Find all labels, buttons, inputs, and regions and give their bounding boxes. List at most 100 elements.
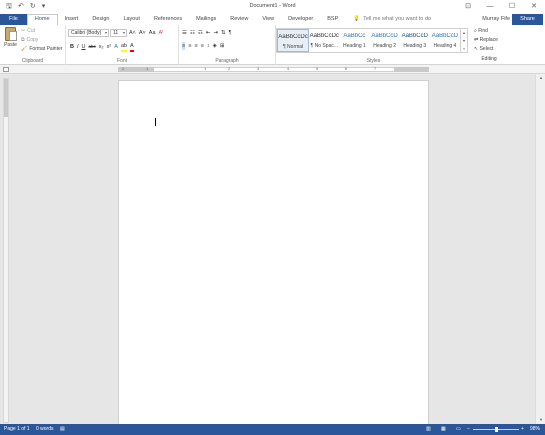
zoom-level[interactable]: 98% (530, 424, 540, 435)
tab-view[interactable]: View (255, 14, 281, 25)
clipboard-group: Paste ✂ Cut ⧉ Copy 🖌 Format Painter Clipboa… (0, 25, 66, 65)
ruler-number: 1 (204, 66, 207, 71)
styles-gallery-scroll[interactable]: ▴ ▾ ▿ (461, 28, 468, 53)
tab-developer[interactable]: Developer (281, 14, 320, 25)
style-item[interactable]: AaBbCcDc ¶ No Spac... (309, 29, 339, 52)
chevron-up-icon[interactable]: ▴ (461, 29, 467, 37)
document-page[interactable] (118, 80, 429, 425)
page-count[interactable]: Page 1 of 1 (4, 424, 30, 435)
subscript-button[interactable]: x₂ (99, 43, 104, 51)
vertical-ruler[interactable] (3, 78, 9, 423)
proofing-icon[interactable]: ▤ (60, 424, 65, 435)
text-cursor (155, 118, 156, 126)
cut-button[interactable]: ✂ Cut (21, 27, 62, 36)
share-button[interactable]: Share (512, 14, 543, 25)
underline-button[interactable]: U (82, 43, 86, 51)
select-button[interactable]: ↖ Select (474, 45, 507, 54)
tab-references[interactable]: References (147, 14, 189, 25)
tab-layout[interactable]: Layout (116, 14, 147, 25)
style-item[interactable]: AaBbCcD Heading 4 (430, 29, 460, 52)
zoom-in-button[interactable]: + (521, 424, 524, 435)
replace-label: Replace (479, 37, 498, 43)
font-size-value: 11 (113, 30, 119, 36)
tab-design[interactable]: Design (85, 14, 116, 25)
bullets-button[interactable]: ☰ (182, 29, 187, 37)
web-layout-icon[interactable]: ▭ (456, 424, 461, 435)
replace-button[interactable]: ⇄ Replace (474, 36, 507, 45)
ruler-number: 2 (122, 66, 125, 71)
style-item[interactable]: AaBbCcD Heading 3 (400, 29, 430, 52)
ribbon-tabs: File Home Insert Design Layout Reference… (0, 14, 545, 25)
horizontal-ruler[interactable]: 2 1 1 2 3 4 5 6 7 (0, 65, 545, 74)
shading-button[interactable]: ◈ (213, 42, 217, 50)
zoom-out-button[interactable]: − (467, 424, 470, 435)
scissors-icon: ✂ (21, 28, 26, 34)
decrease-indent-button[interactable]: ⇤ (206, 29, 211, 37)
close-button[interactable]: ✕ (523, 0, 545, 14)
text-effects-button[interactable]: A (114, 43, 118, 51)
format-painter-button[interactable]: 🖌 Format Painter (21, 45, 62, 54)
word-count[interactable]: 0 words (36, 424, 54, 435)
multilevel-list-button[interactable]: ☶ (198, 29, 203, 37)
show-formatting-marks-button[interactable]: ¶ (229, 29, 232, 37)
highlight-button[interactable]: ab (120, 42, 128, 52)
align-left-button[interactable]: ≡ (182, 42, 186, 50)
scroll-up-icon[interactable]: ▲ (536, 74, 545, 82)
style-name: Heading 4 (433, 43, 457, 49)
tab-file[interactable]: File (0, 14, 27, 25)
tab-bsp[interactable]: BSP (320, 14, 345, 25)
change-case-button[interactable]: Aa (149, 29, 156, 37)
read-mode-icon[interactable]: ▥ (426, 424, 431, 435)
style-sample: AaBbCcDc (309, 33, 339, 39)
font-color-button[interactable]: A (130, 42, 134, 52)
more-styles-icon[interactable]: ▿ (461, 45, 467, 53)
style-item[interactable]: AaBbCcDc ¶ Normal (277, 29, 310, 52)
font-name-box[interactable]: Calibri (Body) ▾ (68, 29, 109, 37)
style-item[interactable]: AaBbCcD Heading 2 (370, 29, 400, 52)
chevron-down-icon[interactable]: ▾ (461, 37, 467, 45)
justify-button[interactable]: ≡ (201, 42, 204, 50)
ruler-number: 7 (374, 66, 377, 71)
center-button[interactable]: ≡ (188, 42, 191, 50)
tab-selector[interactable] (3, 67, 9, 72)
paragraph-group: ☰ ☷ ☶ ⇤ ⇥ ⇅ ¶ ≡ ≡ ≡ ≡ ↕ ◈ ⊞ Paragraph (179, 25, 276, 65)
tab-review[interactable]: Review (223, 14, 255, 25)
zoom-slider-thumb[interactable] (494, 427, 498, 432)
tab-home[interactable]: Home (26, 14, 58, 25)
tab-insert[interactable]: Insert (58, 14, 86, 25)
style-item[interactable]: AaBbCc Heading 1 (339, 29, 369, 52)
vertical-scrollbar[interactable]: ▲ ▼ (535, 74, 545, 424)
editing-group: ⌕ Find ⇄ Replace ↖ Select Editing (471, 25, 507, 65)
superscript-button[interactable]: x² (107, 43, 112, 51)
font-name-value: Calibri (Body) (71, 30, 102, 36)
tab-mailings[interactable]: Mailings (189, 14, 223, 25)
tell-me-box[interactable]: 💡 Tell me what you want to do (345, 14, 431, 25)
print-layout-icon[interactable]: ▦ (441, 424, 446, 435)
italic-button[interactable]: I (77, 43, 79, 51)
strikethrough-button[interactable]: abc (89, 43, 96, 51)
line-spacing-button[interactable]: ↕ (207, 42, 210, 50)
font-size-box[interactable]: 11 ▾ (110, 29, 127, 37)
sort-button[interactable]: ⇅ (221, 29, 226, 37)
bold-button[interactable]: B (70, 43, 74, 51)
user-name[interactable]: Murray Fife (482, 14, 510, 25)
chevron-down-icon: ▾ (122, 30, 125, 35)
grow-font-button[interactable]: A˄ (129, 29, 136, 37)
minimize-button[interactable]: — (479, 0, 501, 14)
borders-button[interactable]: ⊞ (220, 42, 225, 50)
increase-indent-button[interactable]: ⇥ (213, 29, 218, 37)
find-button[interactable]: ⌕ Find (474, 27, 507, 36)
align-right-button[interactable]: ≡ (194, 42, 197, 50)
scroll-down-icon[interactable]: ▼ (536, 416, 545, 424)
shrink-font-button[interactable]: A˅ (139, 29, 146, 37)
copy-icon: ⧉ (21, 37, 25, 43)
find-label: Find (478, 28, 488, 34)
clear-formatting-button[interactable]: A̸ (159, 29, 163, 37)
copy-button[interactable]: ⧉ Copy (21, 36, 62, 45)
maximize-button[interactable]: ☐ (501, 0, 523, 14)
ribbon-display-options-button[interactable]: ⊡ (457, 0, 479, 14)
paste-label: Paste (4, 42, 17, 48)
numbering-button[interactable]: ☷ (190, 29, 195, 37)
paste-button[interactable]: Paste (4, 27, 17, 48)
editing-group-label: Editing (481, 56, 497, 62)
